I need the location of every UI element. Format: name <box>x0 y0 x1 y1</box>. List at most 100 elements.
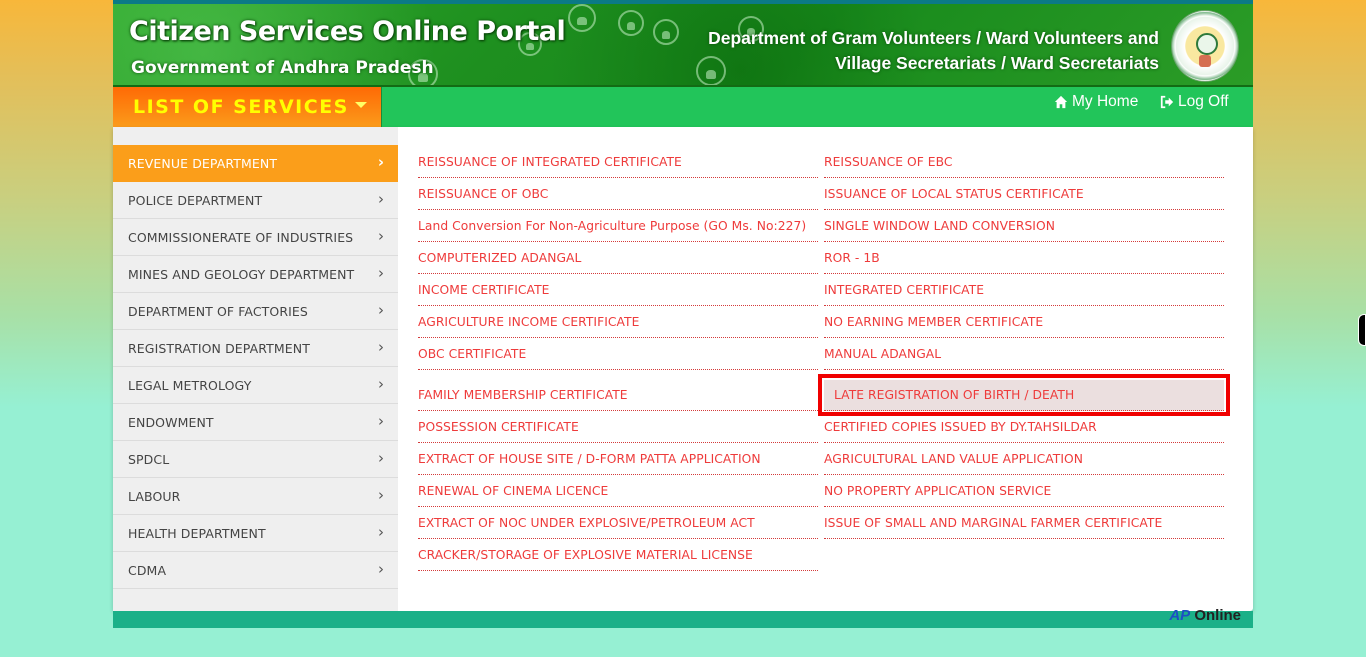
main-content: REVENUE DEPARTMENT › POLICE DEPARTMENT › COM… <box>113 127 1253 611</box>
service-link[interactable]: NO EARNING MEMBER CERTIFICATE <box>824 307 1224 338</box>
service-link[interactable]: AGRICULTURAL LAND VALUE APPLICATION <box>824 444 1224 475</box>
service-link[interactable]: ROR - 1B <box>824 243 1224 274</box>
sidebar-item-health-department[interactable]: HEALTH DEPARTMENT › <box>113 515 398 552</box>
service-link-label: REISSUANCE OF EBC <box>824 155 953 169</box>
sidebar-item-label: HEALTH DEPARTMENT <box>128 526 266 541</box>
service-link[interactable]: SINGLE WINDOW LAND CONVERSION <box>824 211 1224 242</box>
chevron-right-icon: › <box>378 486 384 504</box>
department-line-2: Village Secretariats / Ward Secretariats <box>835 53 1159 73</box>
sidebar-item-label: LABOUR <box>128 489 181 504</box>
list-of-services-dropdown[interactable]: LIST OF SERVICES <box>113 87 382 127</box>
department-name: Department of Gram Volunteers / Ward Vol… <box>708 26 1159 76</box>
sidebar-item-labour[interactable]: LABOUR › <box>113 478 398 515</box>
sidebar-item-label: LEGAL METROLOGY <box>128 378 252 393</box>
sidebar-item-label: MINES AND GEOLOGY DEPARTMENT <box>128 267 355 282</box>
service-link-highlighted[interactable]: LATE REGISTRATION OF BIRTH / DEATH <box>818 374 1230 416</box>
service-link-label: COMPUTERIZED ADANGAL <box>418 251 582 265</box>
service-link[interactable]: EXTRACT OF NOC UNDER EXPLOSIVE/PETROLEUM… <box>418 508 818 539</box>
caret-down-icon <box>355 102 367 108</box>
decorative-person-icon <box>653 19 679 45</box>
service-link[interactable]: ISSUE OF SMALL AND MARGINAL FARMER CERTI… <box>824 508 1224 539</box>
sidebar-item-commissionerate-of-industries[interactable]: COMMISSIONERATE OF INDUSTRIES › <box>113 219 398 256</box>
service-link-label: REISSUANCE OF INTEGRATED CERTIFICATE <box>418 155 682 169</box>
service-link-label: CERTIFIED COPIES ISSUED BY DY.TAHSILDAR <box>824 420 1097 434</box>
service-link[interactable]: RENEWAL OF CINEMA LICENCE <box>418 476 818 507</box>
footer-bar: AP Online <box>113 607 1253 628</box>
logo-text-online: Online <box>1194 607 1241 624</box>
sidebar-item-label: CDMA <box>128 563 167 578</box>
emblem-wheel <box>1196 33 1218 55</box>
service-link-label: REISSUANCE OF OBC <box>418 187 549 201</box>
service-link-label: POSSESSION CERTIFICATE <box>418 420 579 434</box>
service-link[interactable]: REISSUANCE OF OBC <box>418 179 818 210</box>
chevron-right-icon: › <box>378 190 384 208</box>
service-link[interactable]: POSSESSION CERTIFICATE <box>418 412 818 443</box>
emblem-lion-capital <box>1199 55 1211 67</box>
service-link-label: RENEWAL OF CINEMA LICENCE <box>418 484 609 498</box>
service-link[interactable]: EXTRACT OF HOUSE SITE / D-FORM PATTA APP… <box>418 444 818 475</box>
chevron-right-icon: › <box>378 301 384 319</box>
sidebar-item-spdcl[interactable]: SPDCL › <box>113 441 398 478</box>
department-sidebar: REVENUE DEPARTMENT › POLICE DEPARTMENT › COM… <box>113 127 398 611</box>
chevron-right-icon: › <box>377 153 384 171</box>
side-edge-handle[interactable] <box>1358 314 1366 346</box>
service-link[interactable]: REISSUANCE OF EBC <box>824 147 1224 178</box>
services-column-left: REISSUANCE OF INTEGRATED CERTIFICATE REIS… <box>418 147 818 572</box>
service-link-label: ISSUANCE OF LOCAL STATUS CERTIFICATE <box>824 187 1084 201</box>
sidebar-item-department-of-factories[interactable]: DEPARTMENT OF FACTORIES › <box>113 293 398 330</box>
sidebar-item-mines-and-geology-department[interactable]: MINES AND GEOLOGY DEPARTMENT › <box>113 256 398 293</box>
service-link-label: OBC CERTIFICATE <box>418 347 527 361</box>
sidebar-item-legal-metrology[interactable]: LEGAL METROLOGY › <box>113 367 398 404</box>
logo-text-ap: AP <box>1169 607 1191 624</box>
service-link[interactable]: ISSUANCE OF LOCAL STATUS CERTIFICATE <box>824 179 1224 210</box>
service-link-label: ROR - 1B <box>824 251 880 265</box>
ap-online-logo: AP Online <box>1169 607 1241 624</box>
service-link[interactable]: COMPUTERIZED ADANGAL <box>418 243 818 274</box>
my-home-link[interactable]: My Home <box>1054 93 1138 111</box>
department-list: REVENUE DEPARTMENT › POLICE DEPARTMENT › COM… <box>113 145 398 589</box>
chevron-right-icon: › <box>378 227 384 245</box>
navbar-links: My Home Log Off <box>382 87 1253 127</box>
sidebar-item-registration-department[interactable]: REGISTRATION DEPARTMENT › <box>113 330 398 367</box>
home-icon <box>1054 95 1068 109</box>
chevron-right-icon: › <box>378 338 384 356</box>
log-off-link[interactable]: Log Off <box>1160 93 1229 111</box>
service-link[interactable]: CERTIFIED COPIES ISSUED BY DY.TAHSILDAR <box>824 412 1224 443</box>
page-wrapper: Citizen Services Online Portal Governmen… <box>113 0 1253 628</box>
chevron-right-icon: › <box>378 264 384 282</box>
service-link[interactable]: INCOME CERTIFICATE <box>418 275 818 306</box>
sidebar-item-endowment[interactable]: ENDOWMENT › <box>113 404 398 441</box>
service-link-label: EXTRACT OF HOUSE SITE / D-FORM PATTA APP… <box>418 452 761 466</box>
navbar: LIST OF SERVICES My Home Log Off <box>113 87 1253 127</box>
log-off-label: Log Off <box>1178 93 1229 110</box>
sidebar-item-label: DEPARTMENT OF FACTORIES <box>128 304 308 319</box>
decorative-person-icon <box>568 4 596 32</box>
service-link[interactable]: REISSUANCE OF INTEGRATED CERTIFICATE <box>418 147 818 178</box>
sidebar-item-cdma[interactable]: CDMA › <box>113 552 398 589</box>
chevron-right-icon: › <box>378 523 384 541</box>
sidebar-item-label: ENDOWMENT <box>128 415 214 430</box>
service-link[interactable]: Land Conversion For Non-Agriculture Purp… <box>418 211 818 242</box>
service-link[interactable]: CRACKER/STORAGE OF EXPLOSIVE MATERIAL LI… <box>418 540 818 571</box>
sidebar-item-label: REVENUE DEPARTMENT <box>128 156 278 171</box>
service-link-label: INCOME CERTIFICATE <box>418 283 550 297</box>
service-link-label: NO EARNING MEMBER CERTIFICATE <box>824 315 1044 329</box>
service-link-label: Land Conversion For Non-Agriculture Purp… <box>418 219 807 233</box>
sidebar-item-police-department[interactable]: POLICE DEPARTMENT › <box>113 182 398 219</box>
service-link[interactable]: MANUAL ADANGAL <box>824 339 1224 370</box>
sidebar-item-label: SPDCL <box>128 452 170 467</box>
service-link[interactable]: AGRICULTURE INCOME CERTIFICATE <box>418 307 818 338</box>
service-link[interactable]: NO PROPERTY APPLICATION SERVICE <box>824 476 1224 507</box>
service-link[interactable]: INTEGRATED CERTIFICATE <box>824 275 1224 306</box>
service-link-label: INTEGRATED CERTIFICATE <box>824 283 985 297</box>
list-of-services-label: LIST OF SERVICES <box>133 96 349 118</box>
sidebar-item-label: REGISTRATION DEPARTMENT <box>128 341 310 356</box>
service-link[interactable]: OBC CERTIFICATE <box>418 339 818 370</box>
service-link-label: NO PROPERTY APPLICATION SERVICE <box>824 484 1052 498</box>
my-home-label: My Home <box>1072 93 1139 110</box>
service-link[interactable]: FAMILY MEMBERSHIP CERTIFICATE <box>418 380 818 411</box>
sidebar-item-revenue-department[interactable]: REVENUE DEPARTMENT › <box>113 145 398 182</box>
decorative-person-icon <box>618 10 644 36</box>
service-link-label: LATE REGISTRATION OF BIRTH / DEATH <box>834 388 1075 402</box>
header-banner: Citizen Services Online Portal Governmen… <box>113 4 1253 87</box>
